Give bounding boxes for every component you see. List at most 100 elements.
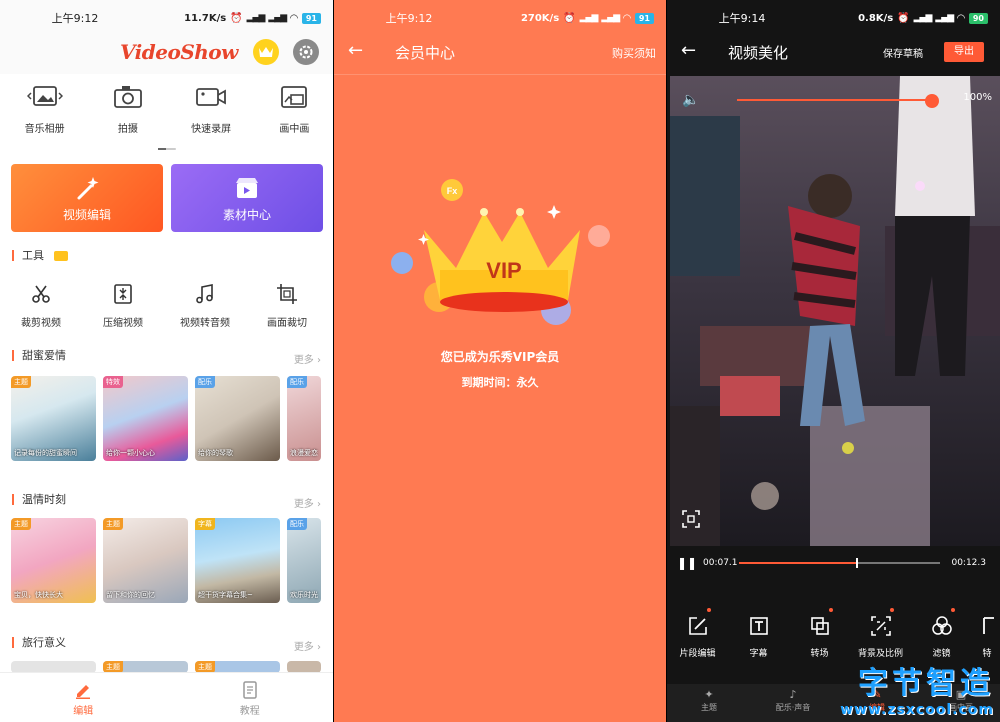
thumb-card[interactable]: 主题 留下和你的回忆 bbox=[103, 518, 188, 603]
new-dot bbox=[890, 608, 894, 612]
tab-theme[interactable]: ✦ 主题 bbox=[667, 684, 751, 722]
feature-picture-in-picture[interactable]: 画中画 bbox=[256, 82, 333, 135]
music-icon: ♪ bbox=[789, 688, 797, 701]
signal-icon-2: ▂▄▆ bbox=[935, 13, 954, 23]
vip-crown-button[interactable] bbox=[253, 39, 279, 65]
effects-icon bbox=[983, 617, 994, 634]
tab-edit[interactable]: 编辑 bbox=[0, 673, 167, 722]
editor-header: ← 视频美化 保存草稿 导出 bbox=[667, 36, 1000, 72]
export-button[interactable]: 导出 bbox=[944, 42, 984, 62]
text-icon bbox=[749, 617, 768, 635]
thumb-card[interactable]: 特效 给你一颗小心心 bbox=[103, 376, 188, 461]
bubble-icon bbox=[391, 252, 413, 274]
tool-trim-video[interactable]: 裁剪视频 bbox=[0, 282, 82, 329]
tool-background-ratio[interactable]: 背景及比例 bbox=[850, 608, 911, 659]
settings-button[interactable] bbox=[293, 39, 319, 65]
alarm-icon: ⏰ bbox=[897, 12, 910, 24]
more-link-love[interactable]: 更多 › bbox=[294, 351, 321, 366]
volume-knob[interactable] bbox=[925, 94, 939, 108]
vip-center-screen: 上午9:12 270K/s ⏰ ▂▄▆ ▂▄▆ ◠ 91 ← 会员中心 购买须知… bbox=[334, 0, 666, 722]
tool-transition[interactable]: 转场 bbox=[789, 608, 850, 659]
net-speed: 270K/s bbox=[520, 12, 560, 24]
tool-clip-edit[interactable]: 片段编辑 bbox=[667, 608, 728, 659]
screen-record-icon bbox=[196, 88, 227, 106]
vip-badge-label: VIP bbox=[486, 258, 521, 283]
crown-base bbox=[440, 292, 568, 312]
bubble-icon bbox=[588, 225, 610, 247]
tool-video-to-audio[interactable]: 视频转音频 bbox=[164, 282, 246, 329]
photo-album-icon bbox=[26, 86, 63, 106]
site-watermark: 字节智造 www.zsxcool.com bbox=[840, 658, 994, 718]
thumb-card[interactable]: 主题 宝贝，快快长大 bbox=[11, 518, 96, 603]
volume-value: 100% bbox=[963, 92, 992, 103]
sparkle-icon bbox=[547, 205, 561, 219]
video-beautify-screen: 上午9:14 0.8K/s ⏰ ▂▄▆ ▂▄▆ ◠ 90 ← 视频美化 保存草稿… bbox=[667, 0, 1000, 722]
battery-icon: 90 bbox=[968, 12, 988, 24]
tool-effects[interactable]: 特 bbox=[972, 614, 1000, 659]
vip-badge-icon bbox=[54, 251, 68, 261]
signal-icon-2: ▂▄▆ bbox=[268, 13, 287, 23]
vip-status-message: 您已成为乐秀VIP会员 bbox=[440, 350, 560, 364]
more-link-warm[interactable]: 更多 › bbox=[294, 495, 321, 510]
top-feature-row: 音乐相册 拍摄 快速录屏 画中画 bbox=[0, 82, 333, 135]
fx-badge-label: Fx bbox=[447, 186, 458, 196]
volume-slider[interactable] bbox=[737, 94, 939, 108]
material-center-button[interactable]: 素材中心 bbox=[171, 164, 323, 232]
vip-crown-illustration: Fx VIP bbox=[391, 179, 610, 325]
save-draft-button[interactable]: 保存草稿 bbox=[883, 45, 923, 60]
back-arrow-icon[interactable]: ← bbox=[681, 40, 696, 61]
new-dot bbox=[707, 608, 711, 612]
picture-in-picture-icon bbox=[281, 86, 308, 108]
thumb-card[interactable]: 字幕 超干货字幕合集~ bbox=[195, 518, 280, 603]
tools-section-title: 工具 bbox=[12, 250, 68, 261]
signal-icon-2: ▂▄▆ bbox=[601, 13, 620, 23]
thumb-card[interactable]: 主题 记录每份的甜蜜瞬间 bbox=[11, 376, 96, 461]
edit-pen-icon bbox=[76, 685, 91, 699]
net-speed: 11.7K/s bbox=[184, 12, 227, 24]
video-preview[interactable]: 🔈 100% bbox=[670, 76, 1000, 546]
purchase-notice-link[interactable]: 购买须知 bbox=[612, 45, 656, 61]
vip-header: ← 会员中心 购买须知 bbox=[334, 36, 666, 72]
feature-screen-record[interactable]: 快速录屏 bbox=[173, 82, 250, 135]
crown-icon bbox=[259, 47, 273, 57]
back-arrow-icon[interactable]: ← bbox=[348, 40, 363, 61]
music-note-icon bbox=[196, 284, 213, 304]
tool-filter[interactable]: 滤镜 bbox=[911, 608, 972, 659]
timeline-playhead[interactable] bbox=[855, 558, 858, 568]
status-bar: 上午9:14 0.8K/s ⏰ ▂▄▆ ▂▄▆ ◠ 90 bbox=[667, 0, 1000, 36]
feature-shoot[interactable]: 拍摄 bbox=[89, 82, 166, 135]
thumb-card[interactable]: 配乐 给你的琴歌 bbox=[195, 376, 280, 461]
playback-timeline: ❚❚ 00:07.1 00:12.3 bbox=[667, 552, 1000, 574]
scissors-icon bbox=[32, 285, 50, 303]
feature-music-album[interactable]: 音乐相册 bbox=[6, 82, 83, 135]
tool-subtitle[interactable]: 字幕 bbox=[728, 614, 789, 659]
tab-music-sound[interactable]: ♪ 配乐·声音 bbox=[751, 684, 835, 722]
section-title-travel: 旅行意义 bbox=[12, 637, 66, 648]
home-screen: 上午9:12 11.7K/s ⏰ ▂▄▆ ▂▄▆ ◠ 91 VideoShow … bbox=[0, 0, 333, 722]
status-time: 上午9:12 bbox=[385, 12, 433, 25]
thumb-row-love: 主题 记录每份的甜蜜瞬间 特效 给你一颗小心心 配乐 给你的琴歌 配乐 浪漫爱恋 bbox=[11, 376, 333, 461]
fullscreen-fit-icon[interactable] bbox=[682, 510, 700, 532]
video-edit-button[interactable]: 视频编辑 bbox=[11, 164, 163, 232]
more-link-travel[interactable]: 更多 › bbox=[294, 638, 321, 653]
total-time: 00:12.3 bbox=[951, 558, 986, 568]
thumb-row-warm: 主题 宝贝，快快长大 主题 留下和你的回忆 字幕 超干货字幕合集~ 配乐 欢乐时… bbox=[11, 518, 333, 603]
volume-control: 🔈 100% bbox=[682, 90, 992, 110]
compress-icon bbox=[114, 284, 132, 304]
thumb-card[interactable]: 配乐 浪漫爱恋 bbox=[287, 376, 321, 461]
page-indicator bbox=[158, 148, 176, 150]
speaker-icon[interactable]: 🔈 bbox=[682, 92, 699, 108]
battery-icon: 91 bbox=[301, 12, 321, 24]
timeline-slider[interactable] bbox=[739, 558, 940, 568]
signal-icon: ▂▄▆ bbox=[246, 13, 266, 23]
chevron-right-icon: › bbox=[317, 642, 321, 653]
thumb-card[interactable]: 配乐 欢乐时光 bbox=[287, 518, 321, 603]
tab-tutorial[interactable]: 教程 bbox=[167, 673, 334, 722]
pause-icon[interactable]: ❚❚ bbox=[677, 556, 697, 570]
tool-crop-frame[interactable]: 画面裁切 bbox=[246, 282, 328, 329]
document-icon bbox=[243, 681, 257, 699]
tool-compress-video[interactable]: 压缩视频 bbox=[82, 282, 164, 329]
status-bar: 上午9:12 11.7K/s ⏰ ▂▄▆ ▂▄▆ ◠ 91 bbox=[0, 0, 333, 36]
edit-icon bbox=[688, 617, 707, 635]
star-icon: ✦ bbox=[704, 688, 714, 701]
